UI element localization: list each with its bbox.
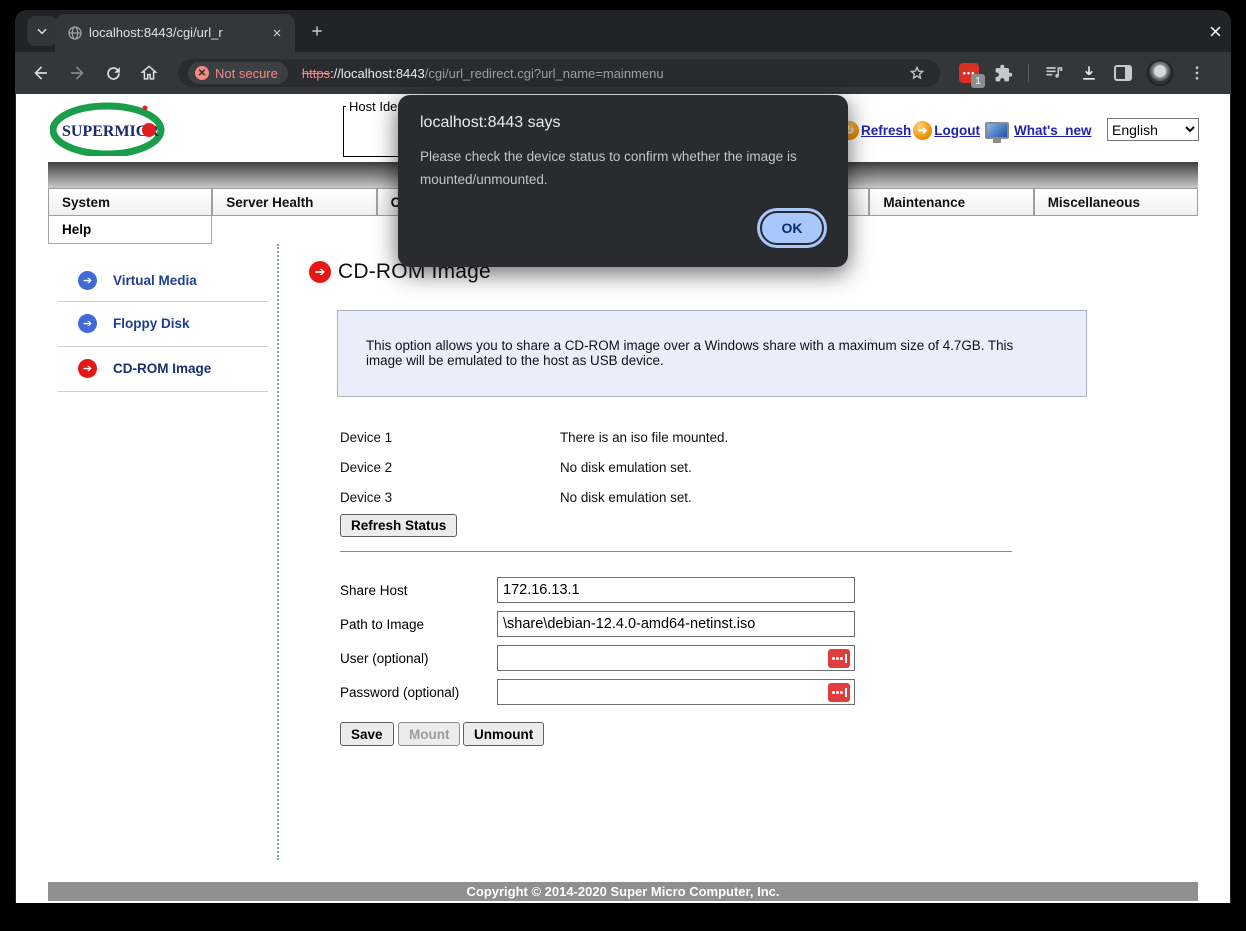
toolbar-right-icons: ••• 1 (959, 58, 1206, 88)
bookmark-button[interactable] (908, 64, 926, 82)
device-3-label: Device 3 (340, 490, 392, 505)
forward-arrow-icon (67, 63, 87, 83)
device-1-status: There is an iso file mounted. (560, 430, 728, 445)
star-icon (908, 64, 926, 82)
whats-new-link[interactable]: What's_new (1014, 123, 1091, 138)
arrow-circle-icon: ➔ (78, 271, 97, 290)
plus-icon (309, 23, 325, 39)
close-icon (271, 27, 283, 39)
close-icon (1208, 24, 1223, 39)
tab-close-button[interactable] (267, 23, 287, 43)
globe-icon (67, 25, 83, 41)
device-2-status: No disk emulation set. (560, 460, 692, 475)
download-icon (1079, 63, 1099, 83)
user-input[interactable] (497, 645, 855, 671)
alert-dialog-title: localhost:8443 says (420, 114, 561, 132)
screen: localhost:8443/cgi/url_r (0, 0, 1246, 931)
arrow-circle-icon: ➔ (78, 359, 97, 378)
sidebar-item-virtual-media[interactable]: ➔ Virtual Media (78, 268, 197, 292)
device-3-status: No disk emulation set. (560, 490, 692, 505)
tab-miscellaneous[interactable]: Miscellaneous (1034, 188, 1198, 216)
url-text: https://localhost:8443/cgi/url_redirect.… (302, 66, 664, 81)
back-button[interactable] (29, 61, 53, 85)
url-scheme: https (302, 66, 330, 81)
refresh-status-button[interactable]: Refresh Status (340, 514, 457, 537)
password-extension-button[interactable]: ••• 1 (959, 63, 979, 83)
mount-button[interactable]: Mount (398, 722, 460, 746)
new-tab-button[interactable] (305, 19, 329, 43)
sidebar-separator (58, 346, 268, 347)
sidebar-divider (277, 244, 279, 860)
form-divider (340, 551, 1012, 552)
address-bar[interactable]: ✕ Not secure https://localhost:8443/cgi/… (178, 59, 940, 87)
device-1-label: Device 1 (340, 430, 392, 445)
extensions-button[interactable] (994, 64, 1013, 83)
browser-toolbar: ✕ Not secure https://localhost:8443/cgi/… (15, 52, 1231, 94)
refresh-link[interactable]: Refresh (861, 123, 911, 138)
security-chip-label: Not secure (215, 66, 278, 81)
url-path: /cgi/url_redirect.cgi?url_name=mainmenu (425, 66, 664, 81)
password-manager-icon[interactable] (828, 649, 850, 668)
forward-button[interactable] (65, 61, 89, 85)
whats-new-monitor-icon (985, 122, 1009, 139)
share-host-label: Share Host (340, 583, 408, 598)
home-icon (139, 63, 159, 83)
user-label: User (optional) (340, 651, 429, 666)
device-2-label: Device 2 (340, 460, 392, 475)
share-host-input[interactable] (497, 577, 855, 603)
security-chip[interactable]: ✕ Not secure (188, 62, 288, 84)
sidebar-item-floppy-disk[interactable]: ➔ Floppy Disk (78, 311, 190, 335)
save-button[interactable]: Save (340, 722, 394, 746)
language-select[interactable]: English (1107, 118, 1199, 141)
path-to-image-label: Path to Image (340, 617, 424, 632)
password-input[interactable] (497, 679, 855, 705)
media-controls-button[interactable] (1044, 63, 1064, 83)
alert-ok-button[interactable]: OK (760, 211, 824, 245)
unmount-button[interactable]: Unmount (463, 722, 544, 746)
logout-link[interactable]: Logout (934, 123, 980, 138)
not-secure-icon: ✕ (195, 66, 209, 80)
copyright-text: Copyright © 2014-2020 Super Micro Comput… (467, 884, 780, 899)
supermicro-logo: SUPERMICR (50, 102, 170, 156)
header-links: ↻ Refresh ➔ Logout What's_new (840, 118, 1092, 142)
back-arrow-icon (31, 63, 51, 83)
arrow-circle-icon: ➔ (78, 314, 97, 333)
sidebar-item-cdrom-image[interactable]: ➔ CD-ROM Image (78, 356, 211, 380)
sidebar-separator (58, 391, 268, 392)
media-controls-icon (1044, 63, 1064, 83)
tab-server-health[interactable]: Server Health (212, 188, 376, 216)
password-label: Password (optional) (340, 685, 459, 700)
tab-help[interactable]: Help (48, 216, 212, 244)
tab-strip: localhost:8443/cgi/url_r (15, 10, 1231, 52)
chevron-down-icon (35, 24, 49, 38)
url-host: ://localhost:8443 (330, 66, 425, 81)
window-close-button[interactable] (1203, 19, 1227, 43)
puzzle-icon (994, 64, 1013, 83)
home-button[interactable] (137, 61, 161, 85)
tab-search-button[interactable] (27, 16, 57, 46)
extension-badge: 1 (971, 74, 985, 88)
kebab-menu-icon (1188, 64, 1206, 82)
info-text: This option allows you to share a CD-ROM… (366, 338, 1042, 368)
alert-dialog: localhost:8443 says Please check the dev… (398, 95, 848, 267)
tab-maintenance[interactable]: Maintenance (869, 188, 1033, 216)
info-box: This option allows you to share a CD-ROM… (337, 310, 1087, 397)
path-to-image-input[interactable] (497, 611, 855, 637)
browser-tab[interactable]: localhost:8443/cgi/url_r (55, 14, 295, 52)
password-manager-icon[interactable] (828, 683, 850, 702)
reload-icon (104, 64, 123, 83)
tab-title-fade (231, 22, 261, 46)
alert-dialog-message: Please check the device status to confir… (420, 145, 812, 191)
arrow-circle-icon: ➔ (309, 261, 331, 283)
downloads-button[interactable] (1079, 63, 1099, 83)
logout-icon: ➔ (913, 121, 932, 140)
footer-bar: Copyright © 2014-2020 Super Micro Comput… (48, 882, 1198, 901)
toolbar-divider (1028, 64, 1029, 82)
browser-menu-button[interactable] (1188, 64, 1206, 82)
tab-system[interactable]: System (48, 188, 212, 216)
profile-avatar[interactable] (1147, 60, 1173, 86)
reload-button[interactable] (101, 61, 125, 85)
side-panel-icon[interactable] (1114, 65, 1132, 81)
sidebar-separator (58, 301, 268, 302)
